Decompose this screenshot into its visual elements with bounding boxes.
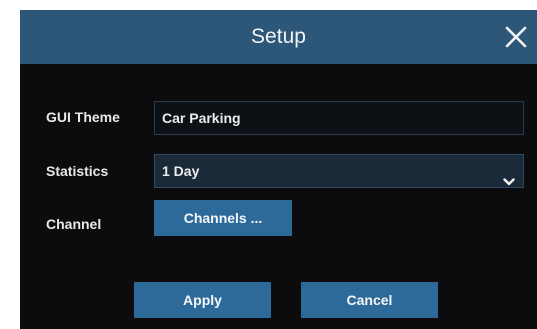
channel-label: Channel: [46, 216, 102, 232]
chevron-down-icon: [503, 166, 515, 186]
gui-theme-value: Car Parking: [162, 110, 241, 126]
apply-button[interactable]: Apply: [134, 282, 271, 318]
gui-theme-field[interactable]: Car Parking: [154, 101, 524, 135]
setup-dialog: Setup GUI Theme Car Parking Statistics 1…: [20, 10, 537, 329]
dialog-title: Setup: [251, 25, 306, 48]
statistics-value: 1 Day: [162, 163, 200, 179]
statistics-label: Statistics: [46, 163, 109, 179]
gui-theme-label: GUI Theme: [46, 109, 120, 125]
dialog-titlebar: Setup: [20, 10, 537, 64]
cancel-button[interactable]: Cancel: [301, 282, 438, 318]
statistics-select[interactable]: 1 Day: [154, 154, 524, 188]
channels-button[interactable]: Channels ...: [154, 200, 292, 236]
close-icon[interactable]: [501, 22, 531, 52]
